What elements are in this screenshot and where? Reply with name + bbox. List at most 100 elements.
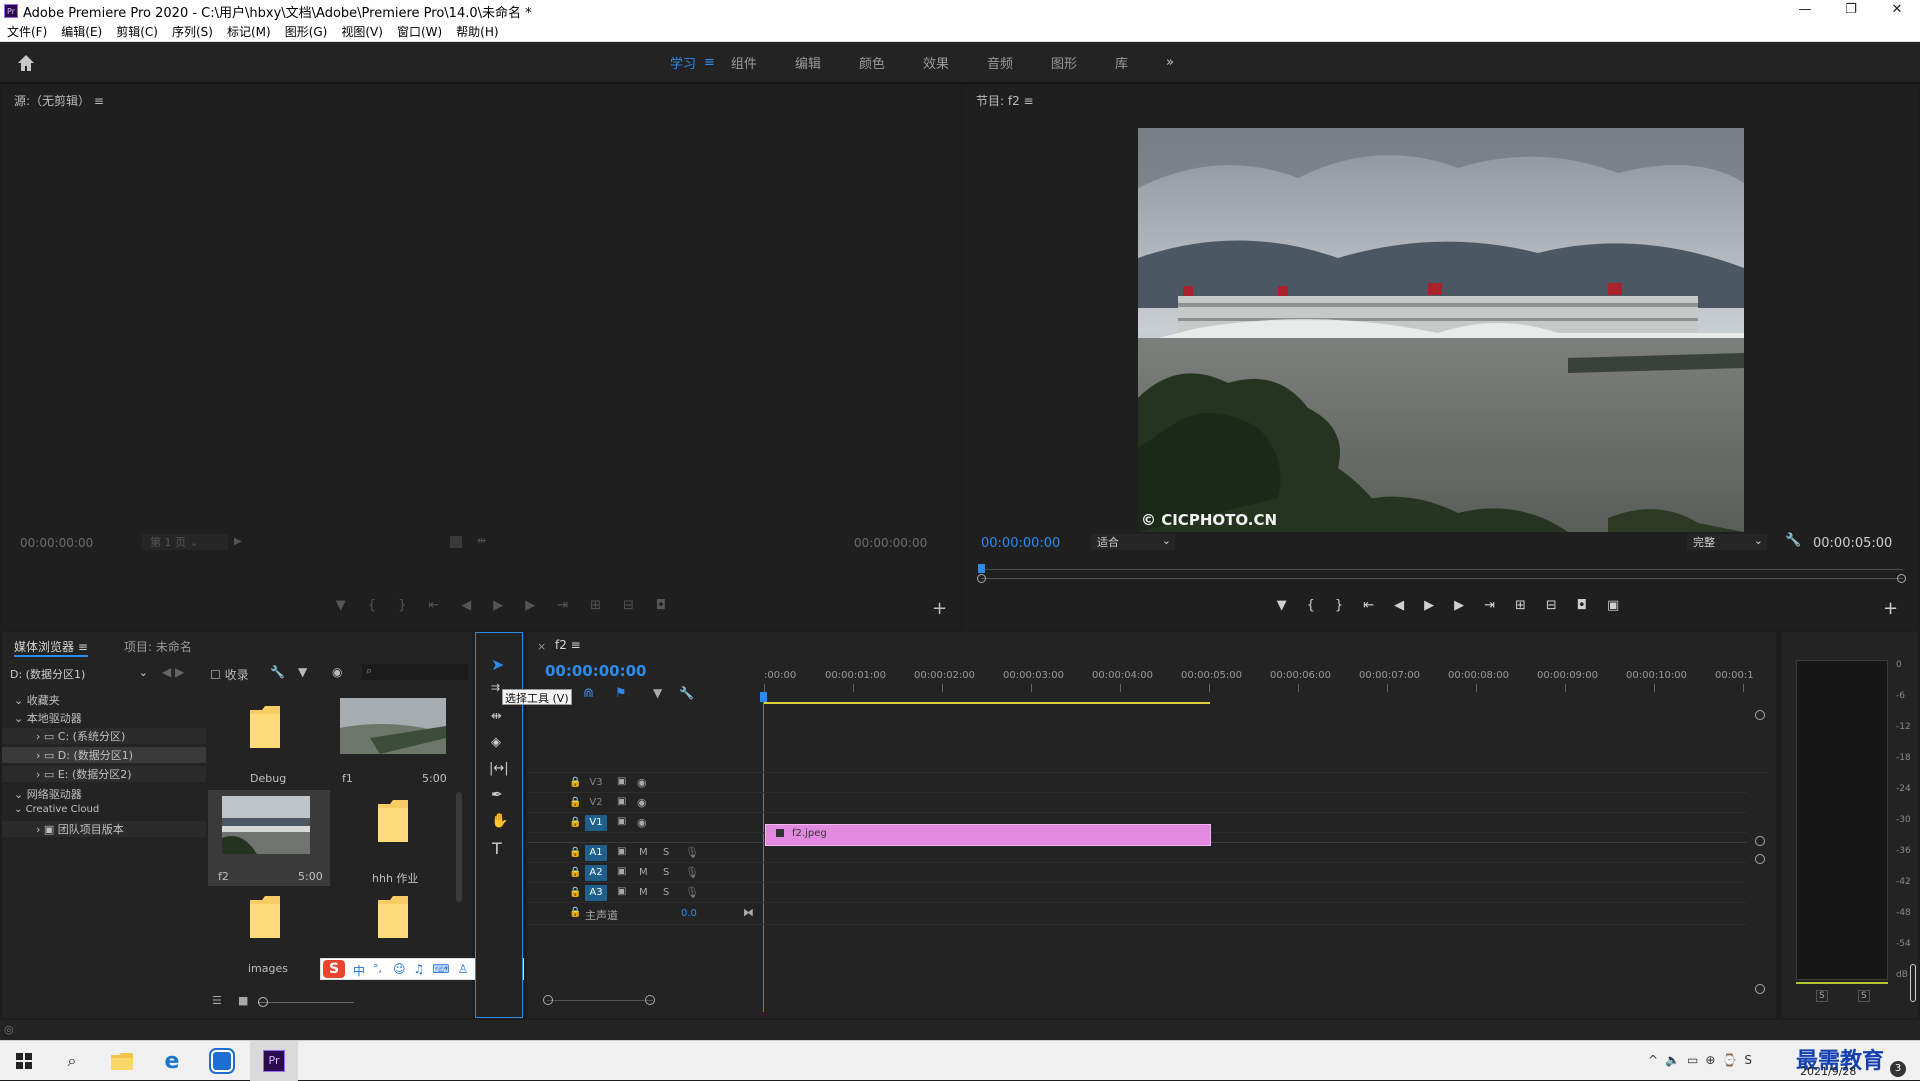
program-zoom-bar[interactable] [981,578,1903,579]
program-add-button-icon[interactable]: + [1883,598,1898,619]
timeline-clip-f2[interactable]: f2.jpeg [765,824,1211,846]
program-zoom-handle-right[interactable] [1897,574,1906,583]
audio-scroll-top-handle[interactable] [1755,854,1765,864]
program-fit-select[interactable]: 适合 ⌄ [1091,534,1175,550]
tab-media-browser[interactable]: 媒体浏览器 ≡ [14,638,88,657]
lock-icon[interactable]: 🔒 [569,797,581,808]
video-scroll-bottom-handle[interactable] [1755,836,1765,846]
sync-lock-icon[interactable]: ▣ [617,796,626,807]
workspace-more-button[interactable]: » [1166,55,1174,70]
panel-menu-icon[interactable]: ≡ [1024,94,1034,108]
eye-icon[interactable]: ◉ [637,776,647,789]
workspace-tab-graphics[interactable]: 图形 [1051,53,1077,72]
close-button[interactable]: ✕ [1874,0,1920,22]
menu-marker[interactable]: 标记(M) [220,23,278,40]
sync-lock-icon[interactable]: ▣ [617,846,626,857]
program-playhead[interactable] [978,564,985,573]
source-transport-controls[interactable]: ▼{}⇤◀▶▶⇥⊞⊟◘ [302,598,722,613]
source-play-arrow-icon[interactable]: ▶ [234,536,242,547]
mute-button[interactable]: M [639,867,648,878]
menu-view[interactable]: 视图(V) [334,23,390,40]
tree-drive-d[interactable]: › ▭ D: (数据分区1) [2,747,206,763]
workspace-tab-libraries[interactable]: 库 [1115,53,1128,72]
eye-icon[interactable]: ◉ [637,816,647,829]
tree-creative-cloud[interactable]: ⌄ Creative Cloud [14,804,99,815]
app-taskbar-icon[interactable] [198,1041,246,1081]
minimize-button[interactable]: — [1782,0,1828,22]
source-add-button-icon[interactable]: + [932,598,947,619]
mute-button[interactable]: M [639,847,648,858]
sogou-ime-icon[interactable]: S [323,960,345,978]
home-icon[interactable] [16,53,36,73]
source-monitor-title[interactable]: 源:（无剪辑） ≡ [14,92,104,109]
lock-icon[interactable]: 🔒 [569,867,581,878]
razor-tool-icon[interactable]: ◈ [491,735,501,750]
track-select-tool-icon[interactable]: ⇉ [491,681,500,694]
video-scroll-top-handle[interactable] [1755,710,1765,720]
source-safe-margins-icon[interactable] [450,536,462,548]
filter-icon[interactable]: ▼ [298,665,307,679]
lock-icon[interactable]: 🔒 [569,847,581,858]
track-target-v3[interactable]: V3 [585,775,607,791]
program-time-ruler[interactable] [981,558,1903,570]
mute-button[interactable]: M [639,887,648,898]
eye-icon[interactable]: ◉ [637,796,647,809]
media-item-debug[interactable]: Debug [208,692,330,788]
track-target-v1[interactable]: V1 [585,815,607,831]
solo-button[interactable]: S [663,887,669,898]
voiceover-mic-icon[interactable]: 🎙 [685,866,699,879]
tree-local-drives[interactable]: ⌄ 本地驱动器 [14,710,82,726]
menu-clip[interactable]: 剪辑(C) [109,23,165,40]
program-quality-select[interactable]: 完整 ⌄ [1687,534,1767,550]
ripple-edit-tool-icon[interactable]: ⇹ [491,709,502,724]
menu-window[interactable]: 窗口(W) [390,23,449,40]
thumbnail-size-handle[interactable] [258,997,268,1007]
ingest-checkbox[interactable]: ☐ 收录 [210,666,249,683]
source-timecode-in[interactable]: 00:00:00:00 [20,536,93,550]
workspace-menu-icon[interactable]: ≡ [704,55,715,70]
media-item-f2[interactable]: f2 5:00 [208,790,330,886]
hand-tool-icon[interactable]: ✋ [491,813,508,829]
meter-solo-left[interactable]: S [1816,990,1828,1002]
selection-tool-icon[interactable]: ➤ [491,655,504,674]
source-page-select[interactable]: 第 1 页 ⌄ [142,534,228,550]
menu-sequence[interactable]: 序列(S) [165,23,220,40]
source-settings-icon[interactable]: ⇹ [477,534,486,547]
windows-start-icon[interactable] [0,1041,48,1081]
workspace-tab-color[interactable]: 颜色 [859,53,885,72]
program-monitor-title[interactable]: 节目: f2 ≡ [976,92,1034,109]
media-item-f1[interactable]: f1 5:00 [332,692,456,788]
thumbnail-size-slider[interactable] [258,1002,354,1003]
program-zoom-handle-left[interactable] [977,574,986,583]
workspace-tab-effects[interactable]: 效果 [923,53,949,72]
tree-favorites[interactable]: ⌄ 收藏夹 [14,692,60,708]
sync-lock-icon[interactable]: ▣ [617,816,626,827]
meter-scrollbar[interactable] [1910,964,1916,1002]
search-icon[interactable]: ⌕ [48,1041,96,1081]
system-tray-icons[interactable]: ^🔈▭⊕⌚S [1648,1053,1759,1067]
tree-drive-c[interactable]: › ▭ C: (系统分区) [2,728,206,744]
lock-icon[interactable]: 🔒 [569,817,581,828]
meter-solo-right[interactable]: S [1858,990,1870,1002]
lock-icon[interactable]: 🔒 [569,907,581,918]
workspace-tab-assembly[interactable]: 组件 [731,53,757,72]
ime-punctuation[interactable]: °, [373,962,382,975]
timeline-zoom-bar[interactable] [547,1000,653,1001]
sync-lock-icon[interactable]: ▣ [617,866,626,877]
sync-lock-icon[interactable]: ▣ [617,886,626,897]
track-target-a1[interactable]: A1 [585,845,607,861]
type-tool-icon[interactable]: T [492,839,502,858]
pen-tool-icon[interactable]: ✒ [491,787,503,803]
tree-network-drives[interactable]: ⌄ 网络驱动器 [14,786,82,802]
solo-button[interactable]: S [663,867,669,878]
solo-button[interactable]: S [663,847,669,858]
tree-drive-e[interactable]: › ▭ E: (数据分区2) [2,766,206,782]
menu-file[interactable]: 文件(F) [0,23,54,40]
edge-browser-icon[interactable]: e [148,1041,196,1081]
premiere-taskbar-icon[interactable]: Pr [250,1041,298,1081]
voiceover-mic-icon[interactable]: 🎙 [685,846,699,859]
icon-view-icon[interactable]: ■ [238,994,248,1007]
file-explorer-icon[interactable] [98,1041,146,1081]
voiceover-mic-icon[interactable]: 🎙 [685,886,699,899]
drive-select[interactable]: D: (数据分区1) ⌄ [10,666,150,682]
